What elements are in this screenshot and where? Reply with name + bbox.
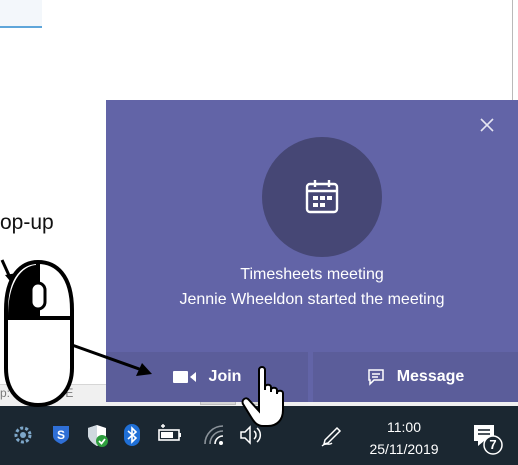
background-window-titlebar [0,0,42,28]
svg-text:S: S [57,428,65,442]
meeting-title: Timesheets meeting [240,266,384,283]
meeting-avatar [262,137,382,257]
callout-arrow [0,259,17,286]
shield-s-icon[interactable]: S [50,424,72,446]
defender-shield-icon[interactable] [85,424,109,448]
join-button[interactable]: Join [106,352,308,402]
notification-count-badge: 7 [489,437,497,452]
join-button-label: Join [208,368,242,385]
taskbar-date[interactable]: 25/11/2019 [364,441,444,457]
bluetooth-icon[interactable] [121,424,143,446]
settings-icon[interactable] [12,424,34,446]
calendar-icon [305,180,339,214]
pen-icon[interactable] [320,424,344,448]
chat-icon [367,369,384,386]
annotation-callout-text: op-up [0,211,54,234]
message-button[interactable]: Message [313,352,518,402]
taskbar-time[interactable]: 11:00 [364,419,444,435]
wifi-icon[interactable] [203,424,227,446]
meeting-subtitle: Jennie Wheeldon started the meeting [179,291,445,308]
volume-icon[interactable] [238,424,266,446]
message-button-label: Message [396,368,465,385]
battery-icon[interactable] [156,424,184,444]
background-window-status-text: p: Microsoft E [0,386,74,400]
video-camera-icon [172,371,196,383]
close-icon[interactable] [478,116,496,134]
